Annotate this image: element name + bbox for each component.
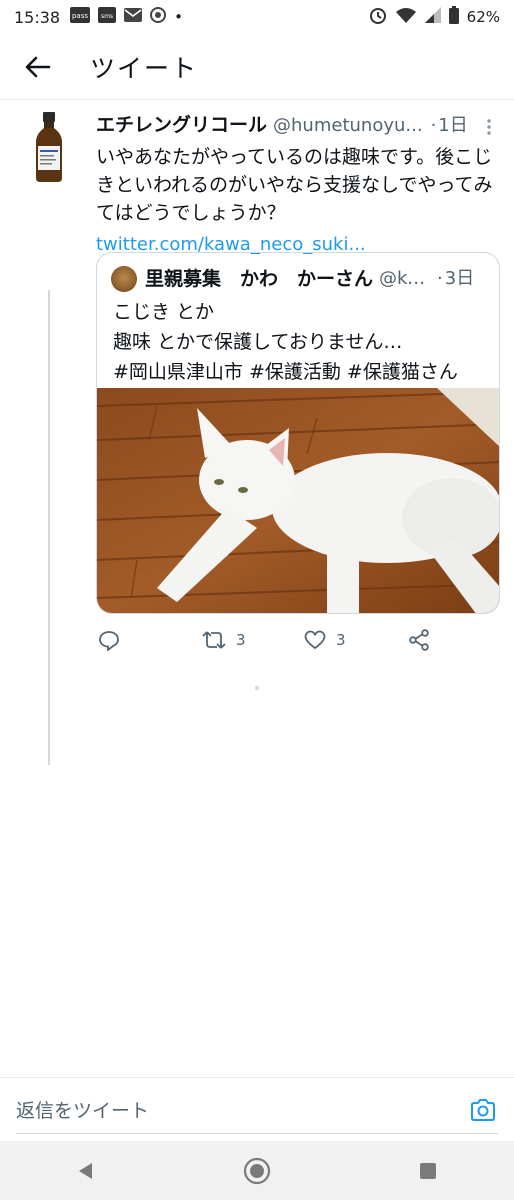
- like-button[interactable]: 3: [304, 630, 346, 650]
- tweet-body: エチレングリコール @humetunoyu... · 1日 いやあなたがやってい…: [96, 110, 500, 259]
- status-time: 15:38: [14, 7, 61, 27]
- square-recents-icon: [420, 1162, 437, 1179]
- tweet-text: いやあなたがやっているのは趣味です。後こじきといわれるのがいやなら支援なしでやっ…: [96, 146, 493, 224]
- camera-icon: [471, 1098, 495, 1121]
- tweet-time[interactable]: 1日: [438, 111, 467, 141]
- back-button[interactable]: [8, 37, 68, 97]
- wifi-icon: [395, 7, 417, 27]
- quoted-text: こじき とか 趣味 とかで保護しておりません… #岡山県津山市 #保護活動 #保…: [113, 301, 458, 383]
- svg-text:pass: pass: [72, 12, 88, 20]
- bottle-avatar-icon: [36, 112, 62, 182]
- mail-icon: [124, 8, 143, 26]
- share-button[interactable]: [408, 629, 430, 651]
- display-name[interactable]: エチレングリコール: [96, 110, 267, 140]
- share-icon: [409, 629, 429, 651]
- page-title: ツイート: [90, 53, 199, 83]
- top-app-bar: ツイート: [0, 34, 514, 100]
- battery-icon: [448, 6, 459, 28]
- retweet-count: 3: [236, 631, 246, 649]
- reply-icon: [99, 631, 119, 651]
- heart-icon: [304, 630, 326, 650]
- pass-icon: pass: [70, 7, 91, 27]
- quoted-separator: ·: [437, 268, 443, 289]
- more-options-button[interactable]: [486, 118, 494, 140]
- retweet-button[interactable]: 3: [202, 629, 246, 651]
- tweet-actions: 3 3: [96, 622, 500, 658]
- nav-home-button[interactable]: [237, 1151, 277, 1191]
- quoted-display-name: 里親募集 かわ かーさん: [145, 268, 374, 290]
- quoted-tweet-header: 里親募集 かわ かーさん @ka... · 3日: [97, 253, 499, 293]
- cat-photo[interactable]: [97, 388, 500, 614]
- reply-input[interactable]: 返信をツイート: [16, 1078, 468, 1141]
- reply-underline: [16, 1133, 498, 1134]
- quoted-avatar: [111, 266, 137, 292]
- camera-button[interactable]: [468, 1095, 498, 1125]
- like-count: 3: [336, 631, 346, 649]
- quoted-tweet-card[interactable]: 里親募集 かわ かーさん @ka... · 3日 こじき とか 趣味 とかで保護…: [96, 252, 500, 614]
- svg-text:sms: sms: [101, 13, 113, 20]
- user-handle[interactable]: @humetunoyu...: [273, 111, 423, 141]
- system-navigation-bar: [0, 1141, 514, 1200]
- reply-composer: 返信をツイート: [0, 1077, 514, 1141]
- sms-icon: sms: [98, 7, 117, 27]
- quoted-handle: @ka...: [379, 268, 432, 289]
- loading-dot: [255, 686, 259, 690]
- avatar[interactable]: [28, 112, 70, 182]
- thread-line: [48, 290, 50, 765]
- circle-home-icon: [243, 1157, 271, 1184]
- nav-back-button[interactable]: [66, 1151, 106, 1191]
- triangle-back-icon: [78, 1162, 92, 1179]
- more-notifications-dot: •: [174, 8, 183, 26]
- vertical-dots-icon: [487, 119, 491, 135]
- battery-percent: 62%: [466, 8, 500, 26]
- signal-icon: [424, 7, 441, 27]
- back-arrow-icon: [25, 56, 51, 77]
- retweet-icon: [202, 631, 226, 649]
- status-bar: 15:38 pass sms • 62%: [0, 0, 514, 34]
- nav-recents-button[interactable]: [408, 1151, 448, 1191]
- chrome-icon: [150, 7, 167, 27]
- tweet-header: エチレングリコール @humetunoyu... · 1日: [96, 110, 500, 141]
- separator: ·: [430, 115, 437, 136]
- reply-button[interactable]: [98, 629, 130, 651]
- quoted-time: 3日: [444, 268, 475, 289]
- alarm-icon: [369, 6, 387, 28]
